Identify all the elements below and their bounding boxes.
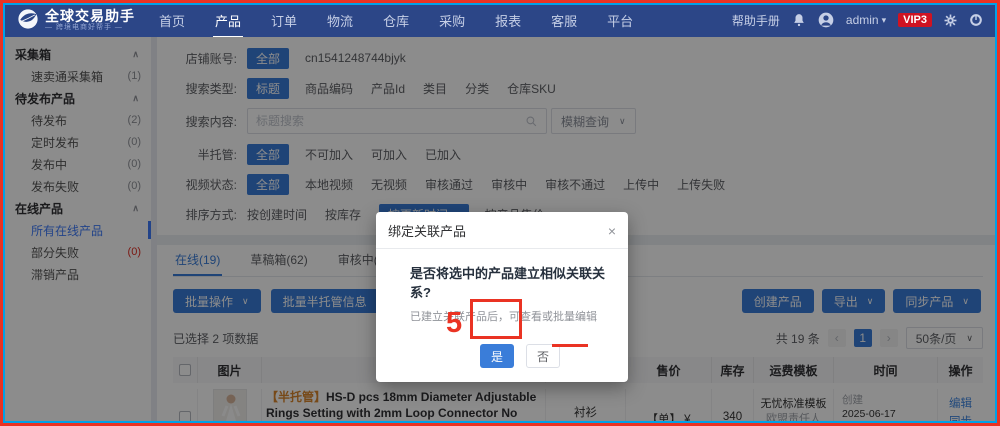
bell-icon[interactable] [792,13,806,27]
nav-purchase[interactable]: 采购 [437,3,467,38]
confirm-yes-button[interactable]: 是 [480,344,514,368]
dialog-title: 绑定关联产品 [388,224,467,239]
bind-related-products-dialog: 绑定关联产品 × 是否将选中的产品建立相似关联关系? 已建立关联产品后，可查看或… [376,212,628,382]
avatar[interactable] [818,12,834,28]
nav-logistics[interactable]: 物流 [325,3,355,38]
confirm-no-button[interactable]: 否 [526,344,560,368]
brand-subtitle: — 跨境电商好帮手 — [45,23,123,31]
annotation-highlight-box [470,299,522,339]
power-icon[interactable] [969,13,983,27]
brand-title: 全球交易助手 [45,7,135,24]
globe-leaf-logo-icon [17,8,39,33]
gear-icon[interactable] [944,14,957,27]
main-nav: 首页 产品 订单 物流 仓库 采购 报表 客服 平台 [157,3,635,38]
annotation-step-number: 5 [446,307,463,339]
annotation-mark [552,344,588,347]
brand-logo: 全球交易助手 — 跨境电商好帮手 — [17,8,135,33]
nav-products[interactable]: 产品 [213,3,244,38]
username-menu[interactable]: admin ▾ [846,13,886,27]
dialog-question: 是否将选中的产品建立相似关联关系? [410,266,606,300]
username-label: admin [845,13,879,27]
nav-warehouse[interactable]: 仓库 [381,3,411,38]
top-navbar: 全球交易助手 — 跨境电商好帮手 — 首页 产品 订单 物流 仓库 采购 报表 … [3,3,997,38]
nav-home[interactable]: 首页 [157,3,187,38]
nav-service[interactable]: 客服 [549,3,579,38]
help-manual-link[interactable]: 帮助手册 [732,12,780,29]
vip-badge: VIP3 [898,13,932,27]
nav-platform[interactable]: 平台 [605,3,635,38]
nav-reports[interactable]: 报表 [493,3,523,38]
close-icon[interactable]: × [608,224,616,238]
nav-orders[interactable]: 订单 [269,3,299,38]
app-window: 全球交易助手 — 跨境电商好帮手 — 首页 产品 订单 物流 仓库 采购 报表 … [0,0,1000,426]
chevron-down-icon: ▾ [881,14,887,25]
